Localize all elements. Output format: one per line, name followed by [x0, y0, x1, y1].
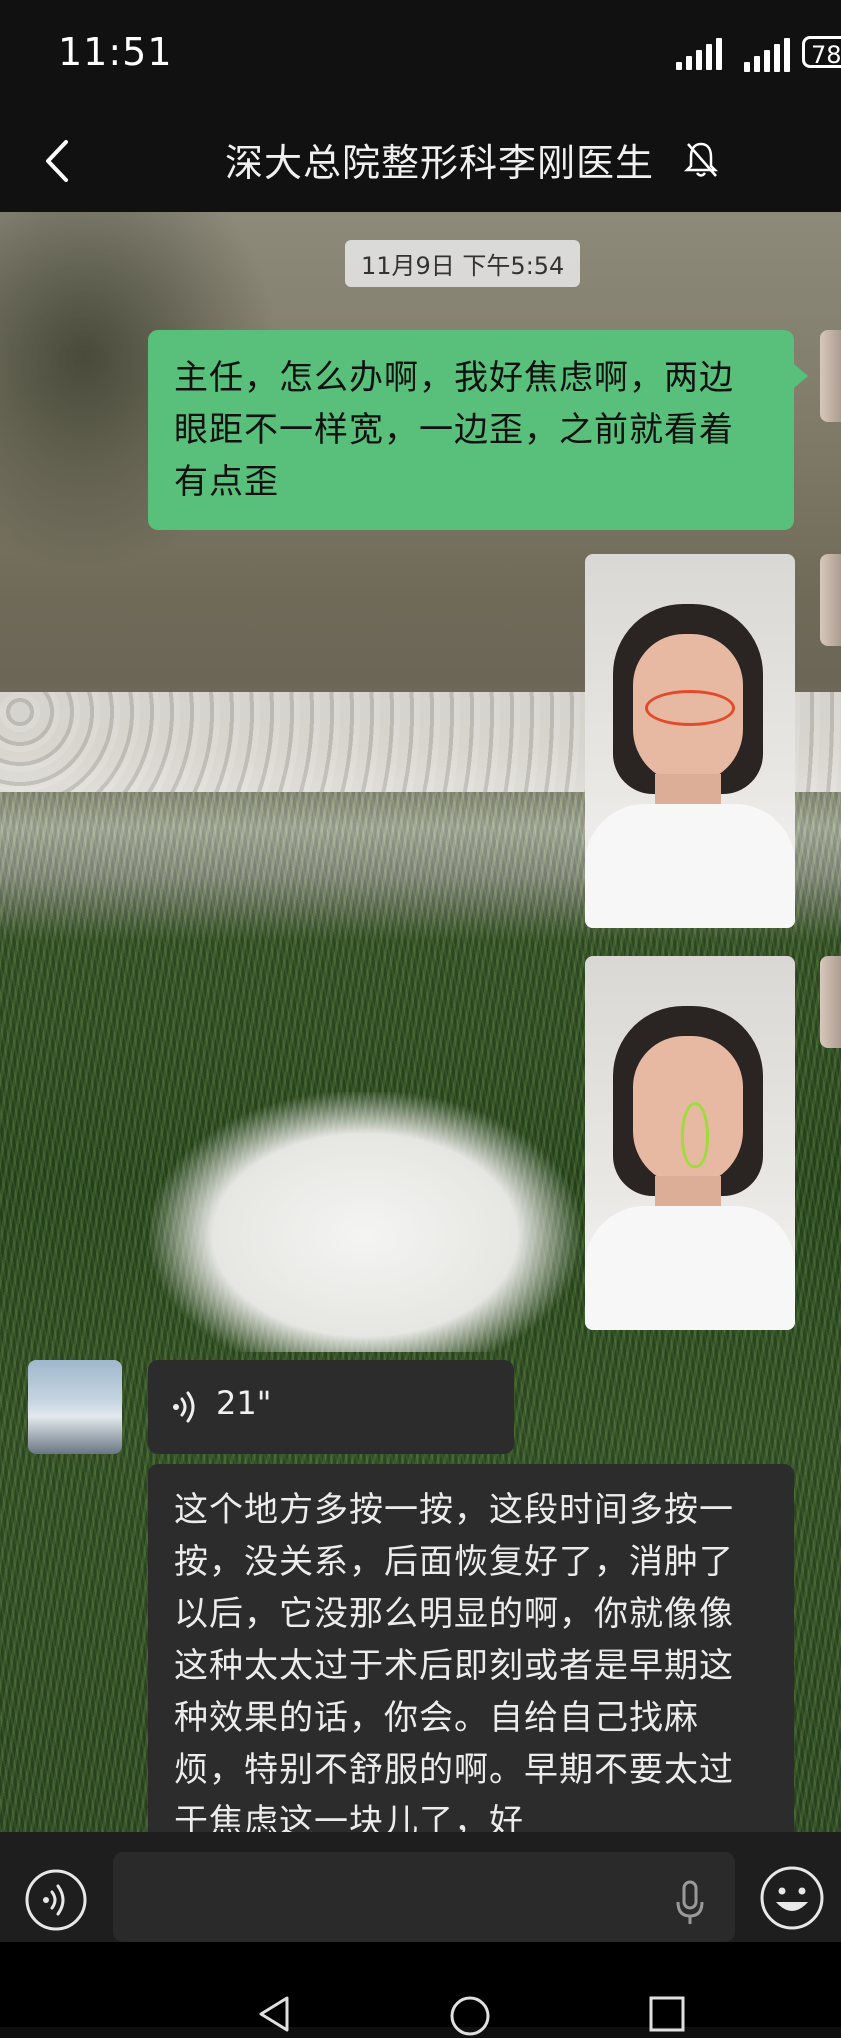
photo-shirt: [585, 1206, 795, 1330]
own-avatar[interactable]: [820, 330, 841, 422]
message-input[interactable]: [113, 1852, 735, 1942]
message-timestamp: 11月9日 下午5:54: [345, 240, 581, 287]
status-time: 11:51: [58, 30, 173, 74]
status-bar: 11:51 78: [0, 0, 841, 110]
voice-message-bubble[interactable]: 21": [148, 1360, 514, 1454]
home-circle-icon[interactable]: [448, 1994, 492, 2038]
voice-duration: 21": [216, 1384, 272, 1422]
microphone-icon[interactable]: [674, 1880, 706, 1926]
doctor-avatar[interactable]: [28, 1360, 122, 1454]
photo-shirt: [585, 804, 795, 928]
signal-1-icon: [676, 38, 722, 70]
battery-level: 78: [811, 41, 841, 69]
voice-wave-icon: [173, 1391, 195, 1423]
wallpaper-plush-toy: [150, 1092, 580, 1352]
outgoing-text-bubble[interactable]: 主任，怎么办啊，我好焦虑啊，两边眼距不一样宽，一边歪，之前就看着有点歪: [148, 330, 808, 530]
chat-title: 深大总院整形科李刚医生: [225, 141, 655, 185]
battery-icon: 78: [802, 36, 841, 69]
nose-annotation-outline: [681, 1102, 709, 1168]
system-navigation-bar: [0, 1942, 841, 2036]
chat-header: 深大总院整形科李刚医生: [0, 110, 841, 212]
incoming-text-bubble[interactable]: 这个地方多按一按，这段时间多按一按，没关系，后面恢复好了，消肿了以后，它没那么明…: [148, 1464, 794, 1832]
voice-toggle-icon[interactable]: [24, 1868, 88, 1932]
recents-square-icon[interactable]: [647, 1994, 687, 2034]
input-bar: [0, 1832, 841, 1942]
own-avatar[interactable]: [820, 956, 841, 1048]
back-triangle-icon[interactable]: [255, 1994, 295, 2034]
eye-annotation-circle: [645, 690, 735, 726]
outgoing-photo[interactable]: [585, 554, 795, 928]
bell-off-icon: [683, 142, 719, 177]
own-avatar[interactable]: [820, 554, 841, 646]
emoji-icon[interactable]: [758, 1864, 826, 1932]
outgoing-photo[interactable]: [585, 956, 795, 1330]
signal-2-icon: [744, 38, 790, 72]
chevron-left-icon[interactable]: [36, 134, 86, 188]
